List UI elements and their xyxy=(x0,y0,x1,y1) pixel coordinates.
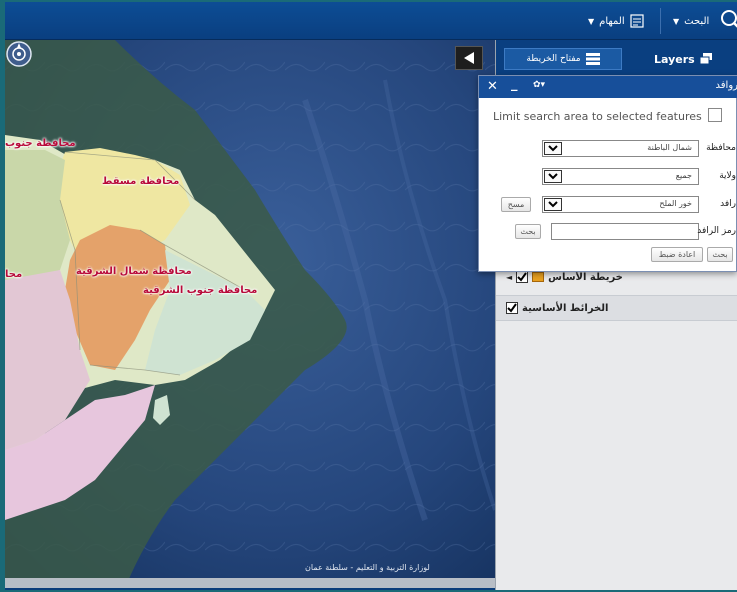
search-label: البحث xyxy=(684,15,710,27)
tab-layers-label: Layers xyxy=(654,52,695,66)
toolbar-separator xyxy=(660,8,661,34)
tributary-code-label: رمز الرافد xyxy=(697,226,736,236)
tributary-value: خور الملح xyxy=(659,199,692,208)
map-label-south-partial: محافظة جنوب xyxy=(5,138,76,149)
tab-layers[interactable]: Layers xyxy=(646,48,737,70)
tab-legend-label: مفتاح الخريطة xyxy=(526,54,581,64)
reset-button[interactable]: اعادة ضبط xyxy=(651,247,703,262)
map-label-north-sharqiyah: محافظة شمال الشرقية xyxy=(76,266,192,277)
governorate-value: شمال الباطنة xyxy=(647,143,692,152)
governorate-label: محافظة xyxy=(706,143,736,153)
caret-down-icon: ▼ xyxy=(588,16,595,26)
map-scrollbar[interactable] xyxy=(5,578,495,588)
search-button[interactable]: بحث xyxy=(707,247,733,262)
triangle-left-icon xyxy=(464,52,474,64)
map-attribution: لوزارة التربية و التعليم - سلطنة عمان xyxy=(305,563,430,572)
tributary-code-input[interactable] xyxy=(551,223,699,240)
compass-icon[interactable] xyxy=(5,40,33,68)
tab-legend[interactable]: مفتاح الخريطة xyxy=(504,48,622,70)
collapse-panel-button[interactable] xyxy=(455,46,483,70)
map-label-left-partial: محا xyxy=(5,269,23,280)
dialog-header: ✕ _ ✿▾ روافد xyxy=(479,76,737,98)
wilayat-select[interactable]: جميع xyxy=(542,168,699,185)
layers-icon xyxy=(699,53,712,65)
settings-gear-icon[interactable]: ✿▾ xyxy=(533,80,545,90)
wilayat-label: ولاية xyxy=(719,171,736,181)
code-search-button[interactable]: بحث xyxy=(515,224,541,239)
minimize-icon[interactable]: _ xyxy=(511,77,518,92)
basemap-icon xyxy=(532,272,545,282)
chevron-down-icon[interactable] xyxy=(544,142,562,155)
tasks-label: المهام xyxy=(599,15,625,27)
tributary-label: رافد xyxy=(720,199,736,209)
satellite-map xyxy=(5,40,495,588)
map-label-south-sharqiyah: محافظة جنوب الشرقية xyxy=(143,285,258,296)
governorate-select[interactable]: شمال الباطنة xyxy=(542,140,699,157)
limit-search-checkbox[interactable] xyxy=(708,108,722,122)
wilayat-value: جميع xyxy=(675,171,692,180)
map-view[interactable]: محافظة جنوب محافظة مسقط محافظة شمال الشر… xyxy=(5,40,495,588)
expand-arrow-icon[interactable]: ◄ xyxy=(506,273,512,282)
top-toolbar: ▼ المهام ▼ البحث xyxy=(5,2,737,40)
close-icon[interactable]: ✕ xyxy=(487,79,498,94)
chevron-down-icon[interactable] xyxy=(544,170,562,183)
layer-checkbox[interactable] xyxy=(506,302,518,314)
layer-checkbox[interactable] xyxy=(516,271,529,283)
layer-label: الخرائط الأساسية xyxy=(522,302,609,314)
legend-icon xyxy=(585,53,600,65)
layer-label: خريطة الأساس xyxy=(548,271,623,283)
tributary-select[interactable]: خور الملح xyxy=(542,196,699,213)
limit-search-label: Limit search area to selected features xyxy=(493,110,702,123)
region-south-partial xyxy=(5,150,70,280)
search-menu[interactable]: ▼ البحث xyxy=(673,2,709,40)
search-icon[interactable] xyxy=(719,8,737,30)
clear-button[interactable]: مسح xyxy=(501,197,531,212)
caret-down-icon: ▼ xyxy=(673,16,680,26)
map-label-muscat: محافظة مسقط xyxy=(102,176,180,187)
search-dialog: ✕ _ ✿▾ روافد Limit search area to select… xyxy=(478,75,737,272)
check-icon xyxy=(517,272,527,282)
dialog-title: روافد xyxy=(715,80,737,91)
tasks-icon xyxy=(630,14,644,28)
check-icon xyxy=(507,303,517,313)
tasks-menu[interactable]: ▼ المهام xyxy=(588,2,644,40)
chevron-down-icon[interactable] xyxy=(544,198,562,211)
layer-row-base-maps[interactable]: الخرائط الأساسية xyxy=(496,295,737,321)
panel-tabs: مفتاح الخريطة Layers xyxy=(496,40,737,78)
